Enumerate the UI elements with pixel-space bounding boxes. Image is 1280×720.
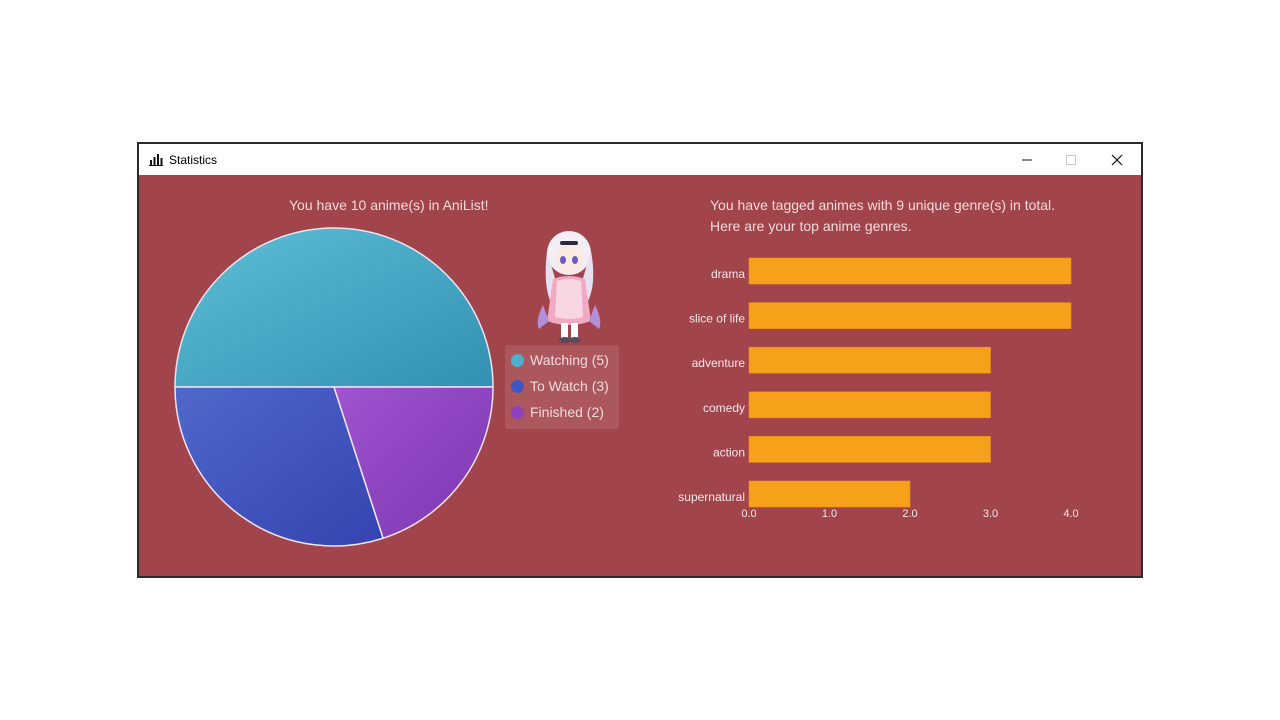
maximize-icon (1066, 154, 1076, 165)
top-genres-bar-chart: drama slice of life adventure comedy action s… (678, 257, 1079, 520)
legend-item-finished: Finished (2) (511, 402, 604, 422)
genre-bar (748, 302, 1072, 329)
genre-label: comedy (703, 401, 745, 415)
statistics-window: Statistics You have 10 anime(s) in AniLi… (137, 142, 1143, 578)
legend-label: To Watch (3) (530, 378, 609, 394)
genre-caption-line-2: Here are your top anime genres. (710, 218, 912, 234)
legend-dot (511, 405, 524, 419)
genre-bar (748, 480, 911, 508)
x-tick-label: 3.0 (983, 508, 998, 520)
anime-count-caption: You have 10 anime(s) in AniList! (289, 197, 489, 213)
status-pie-chart (174, 227, 494, 547)
x-tick-label: 0.0 (741, 508, 756, 520)
minimize-icon (1022, 159, 1032, 160)
legend-label: Watching (5) (530, 352, 609, 368)
pie-slice-watching (174, 227, 494, 388)
legend-label: Finished (2) (530, 404, 604, 420)
genre-bar (748, 257, 1072, 285)
legend-item-to-watch: To Watch (3) (511, 376, 609, 396)
genre-label: drama (711, 267, 745, 281)
statistics-content: You have 10 anime(s) in AniList! Watchin… (139, 175, 1141, 576)
genre-bar (748, 391, 991, 419)
title-bar[interactable]: Statistics (139, 144, 1141, 175)
anime-girl-mascot-image (537, 231, 601, 343)
x-tick-label: 1.0 (822, 508, 837, 520)
window-title: Statistics (169, 153, 218, 167)
legend-dot (511, 379, 524, 393)
minimize-button[interactable] (1005, 144, 1049, 175)
genre-caption-line-1: You have tagged animes with 9 unique gen… (710, 197, 1056, 213)
genre-caption: You have tagged animes with 9 unique gen… (710, 195, 1055, 237)
x-tick-label: 2.0 (902, 508, 917, 520)
maximize-button[interactable] (1049, 144, 1093, 175)
genre-bar (748, 346, 991, 374)
close-button[interactable] (1095, 144, 1139, 175)
legend-dot (511, 353, 524, 367)
genre-label: adventure (692, 356, 746, 370)
x-tick-label: 4.0 (1063, 508, 1078, 520)
genre-label: supernatural (678, 490, 745, 504)
legend-item-watching: Watching (5) (511, 350, 609, 370)
pie-legend: Watching (5) To Watch (3) Finished (2) (505, 345, 619, 429)
genre-bar (748, 436, 991, 463)
genre-label: slice of life (689, 312, 745, 326)
bar-chart-icon (149, 154, 163, 166)
close-icon (1111, 154, 1123, 165)
genre-label: action (713, 445, 745, 459)
